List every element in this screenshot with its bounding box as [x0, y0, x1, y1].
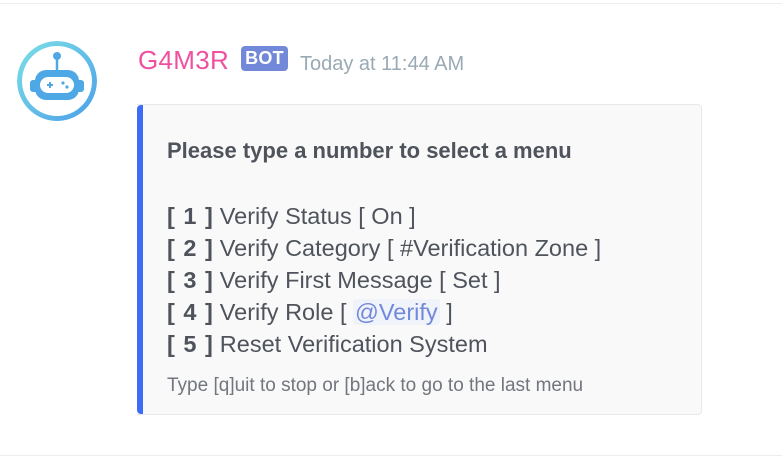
menu-option-text: Verify Category [ #Verification Zone ]	[219, 235, 602, 261]
embed-accent-bar	[137, 105, 143, 414]
menu-option-text: Reset Verification System	[219, 331, 488, 357]
menu-option-number: [ 5 ]	[167, 331, 214, 357]
message-header: G4M3R BOT Today at 11:44 AM	[138, 42, 464, 78]
author-username[interactable]: G4M3R	[138, 45, 229, 76]
embed-footer: Type [q]uit to stop or [b]ack to go to t…	[167, 375, 584, 396]
menu-option: [ 5 ] Reset Verification System	[167, 328, 601, 360]
menu-option-text-end: ]	[446, 299, 453, 325]
menu-option: [ 1 ] Verify Status [ On ]	[167, 200, 601, 232]
message-timestamp[interactable]: Today at 11:44 AM	[300, 53, 464, 76]
menu-option-text: Verify Role [	[219, 299, 347, 325]
menu-option-number: [ 4 ]	[167, 299, 214, 325]
menu-options-list: [ 1 ] Verify Status [ On ] [ 2 ] Verify Ca…	[167, 200, 601, 360]
menu-option-text: Verify Status [ On ]	[219, 203, 416, 229]
menu-option-number: [ 1 ]	[167, 203, 214, 229]
message-embed: Please type a number to select a menu [ …	[137, 104, 702, 415]
message-divider-bottom	[0, 455, 782, 456]
menu-option: [ 2 ] Verify Category [ #Verification Zon…	[167, 232, 601, 264]
bot-tag-badge: BOT	[241, 45, 288, 71]
chat-message: G4M3R BOT Today at 11:44 AM Please type …	[0, 0, 782, 460]
menu-option-text: Verify First Message [ Set ]	[219, 267, 501, 293]
menu-option: [ 4 ] Verify Role [ @Verify ]	[167, 296, 601, 328]
menu-option-number: [ 2 ]	[167, 235, 214, 261]
author-avatar[interactable]	[17, 41, 97, 121]
embed-title: Please type a number to select a menu	[167, 138, 572, 163]
menu-option: [ 3 ] Verify First Message [ Set ]	[167, 264, 601, 296]
menu-option-number: [ 3 ]	[167, 267, 214, 293]
robot-icon	[17, 41, 97, 121]
role-mention-verify[interactable]: @Verify	[353, 299, 440, 325]
